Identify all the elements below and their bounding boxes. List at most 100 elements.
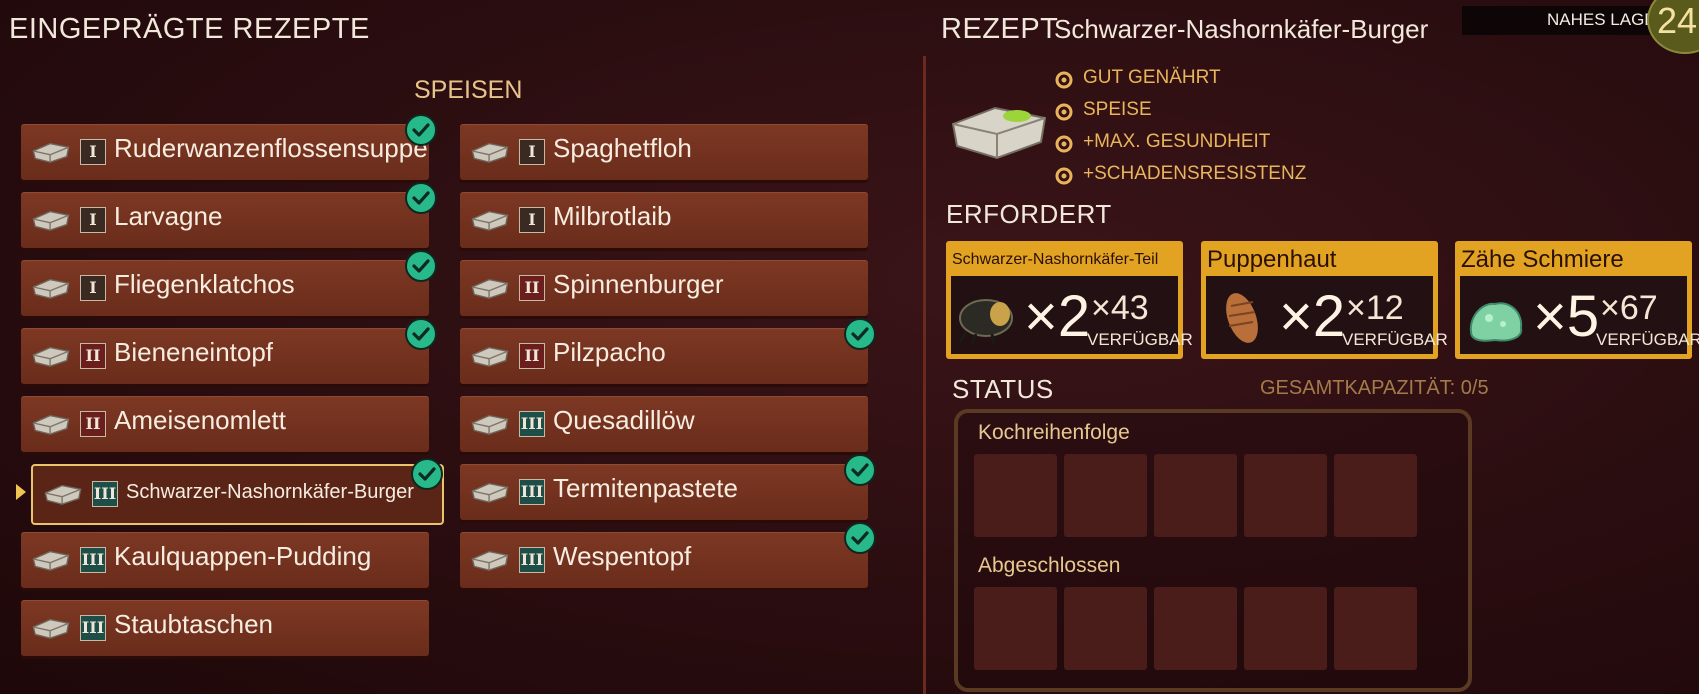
recipe-button[interactable]: I Milbrotlaib bbox=[460, 192, 868, 248]
tier-badge: I bbox=[80, 139, 106, 165]
required-label: ERFORDERT bbox=[946, 199, 1112, 229]
required-quantity: ×2 bbox=[1279, 284, 1346, 349]
recipe-name-label: Staubtaschen bbox=[114, 609, 274, 639]
recipe-name-label: Termitenpastete bbox=[553, 473, 738, 503]
recipe-button[interactable]: III Quesadillöw bbox=[460, 396, 868, 452]
queue-slot[interactable] bbox=[1064, 454, 1147, 537]
food-box-icon bbox=[471, 278, 509, 299]
food-box-icon bbox=[32, 346, 70, 367]
available-label: VERFÜGBAR bbox=[1087, 330, 1193, 349]
required-quantity: ×5 bbox=[1533, 284, 1600, 349]
tier-badge: II bbox=[80, 411, 106, 437]
recipe-name-label: Fliegenklatchos bbox=[114, 269, 295, 299]
recipe-tag-label: +SCHADENSRESISTENZ bbox=[1083, 163, 1307, 184]
recipe-name-label: Wespentopf bbox=[553, 541, 692, 571]
requirement-name: Zähe Schmiere bbox=[1461, 246, 1624, 273]
recipe-button[interactable]: I Spaghetfloh bbox=[460, 124, 868, 180]
available-quantity: ×12 bbox=[1346, 289, 1404, 327]
completed-slot[interactable] bbox=[1244, 587, 1327, 670]
tier-badge: II bbox=[519, 343, 545, 369]
recipe-name: Schwarzer-Nashornkäfer-Burger bbox=[1054, 14, 1429, 44]
queue-slot[interactable] bbox=[1334, 454, 1417, 537]
learned-check-icon bbox=[405, 182, 437, 214]
available-label: VERFÜGBAR bbox=[1342, 330, 1448, 349]
food-box-icon bbox=[471, 550, 509, 571]
learned-check-icon bbox=[844, 318, 876, 350]
recipe-button[interactable]: I Fliegenklatchos bbox=[21, 260, 429, 316]
recipe-name-label: Pilzpacho bbox=[553, 337, 666, 367]
recipe-button[interactable]: II Spinnenburger bbox=[460, 260, 868, 316]
pupa-skin-icon bbox=[1211, 288, 1273, 346]
recipe-button[interactable]: III Termitenpastete bbox=[460, 464, 868, 520]
recipe-name-label: Larvagne bbox=[114, 201, 223, 231]
status-label: STATUS bbox=[952, 374, 1054, 404]
learned-check-icon bbox=[844, 522, 876, 554]
panel-divider bbox=[923, 56, 926, 694]
recipe-name-label: Spaghetfloh bbox=[553, 133, 692, 163]
recipe-button[interactable]: II Bieneneintopf bbox=[21, 328, 429, 384]
requirement-card[interactable]: Schwarzer-Nashornkäfer-Teil ×2 ×43 VERFÜGBA… bbox=[946, 241, 1193, 359]
food-box-icon bbox=[471, 414, 509, 435]
health-gear-icon bbox=[1054, 134, 1074, 154]
recipe-name-label: Spinnenburger bbox=[553, 269, 724, 299]
recipe-button[interactable]: III Staubtaschen bbox=[21, 600, 429, 656]
requirement-name: Puppenhaut bbox=[1207, 246, 1337, 273]
food-box-icon bbox=[32, 142, 70, 163]
selection-arrow-icon bbox=[16, 484, 26, 500]
available-quantity: ×43 bbox=[1091, 289, 1149, 327]
recipe-button[interactable]: I Ruderwanzenflossensuppe bbox=[21, 124, 429, 180]
recipe-button[interactable]: III Schwarzer-Nashornkäfer-Burger bbox=[31, 464, 444, 525]
requirement-name: Schwarzer-Nashornkäfer-Teil bbox=[952, 251, 1159, 268]
requirement-card[interactable]: Puppenhaut ×2 ×12 VERFÜGBAR bbox=[1201, 241, 1448, 359]
recipe-button[interactable]: I Larvagne bbox=[21, 192, 429, 248]
completed-slot[interactable] bbox=[1154, 587, 1237, 670]
completed-slot[interactable] bbox=[1334, 587, 1417, 670]
tier-badge: II bbox=[80, 343, 106, 369]
queue-slot[interactable] bbox=[1244, 454, 1327, 537]
required-quantity: ×2 bbox=[1024, 284, 1091, 349]
completed-label: Abgeschlossen bbox=[978, 554, 1121, 577]
tier-badge: I bbox=[519, 207, 545, 233]
tier-badge: III bbox=[519, 547, 545, 573]
food-box-icon bbox=[32, 618, 70, 639]
food-box-icon bbox=[32, 278, 70, 299]
recipe-tag-label: SPEISE bbox=[1083, 99, 1152, 120]
shield-hand-icon bbox=[1054, 166, 1074, 186]
panel-title: EINGEPRÄGTE REZEPTE bbox=[9, 13, 370, 45]
tier-badge: III bbox=[519, 411, 545, 437]
food-box-icon bbox=[32, 550, 70, 571]
food-box-icon bbox=[471, 346, 509, 367]
recipe-button[interactable]: III Kaulquappen-Pudding bbox=[21, 532, 429, 588]
learned-check-icon bbox=[844, 454, 876, 486]
tier-badge: I bbox=[519, 139, 545, 165]
burger-box-icon bbox=[945, 94, 1053, 164]
learned-check-icon bbox=[411, 458, 443, 490]
recipe-button[interactable]: II Pilzpacho bbox=[460, 328, 868, 384]
recipe-button[interactable]: II Ameisenomlett bbox=[21, 396, 429, 452]
tier-badge: III bbox=[80, 615, 106, 641]
queue-slot[interactable] bbox=[974, 454, 1057, 537]
recipe-name-label: Ameisenomlett bbox=[114, 405, 286, 435]
food-box-icon bbox=[471, 482, 509, 503]
slime-icon bbox=[1465, 288, 1527, 346]
recipe-name-label: Bieneneintopf bbox=[114, 337, 274, 367]
recipe-name-label: Ruderwanzenflossensuppe bbox=[114, 133, 428, 163]
tier-badge: III bbox=[80, 547, 106, 573]
queue-slot[interactable] bbox=[1154, 454, 1237, 537]
requirement-card[interactable]: Zähe Schmiere ×5 ×67 VERFÜGBAR bbox=[1455, 241, 1699, 359]
learned-check-icon bbox=[405, 250, 437, 282]
nearby-storage-count: 24 bbox=[1657, 0, 1698, 41]
queue-label: Kochreihenfolge bbox=[978, 421, 1130, 444]
food-box-icon bbox=[32, 414, 70, 435]
food-box-icon bbox=[44, 484, 82, 505]
recipe-name-label: Milbrotlaib bbox=[553, 201, 672, 231]
completed-slot[interactable] bbox=[1064, 587, 1147, 670]
recipe-tag-label: +MAX. GESUNDHEIT bbox=[1083, 131, 1271, 152]
tier-badge: II bbox=[519, 275, 545, 301]
heart-food-icon bbox=[1054, 70, 1074, 90]
completed-slot[interactable] bbox=[974, 587, 1057, 670]
available-label: VERFÜGBAR bbox=[1596, 330, 1699, 349]
food-icon bbox=[1054, 102, 1074, 122]
learned-check-icon bbox=[405, 318, 437, 350]
recipe-button[interactable]: III Wespentopf bbox=[460, 532, 868, 588]
